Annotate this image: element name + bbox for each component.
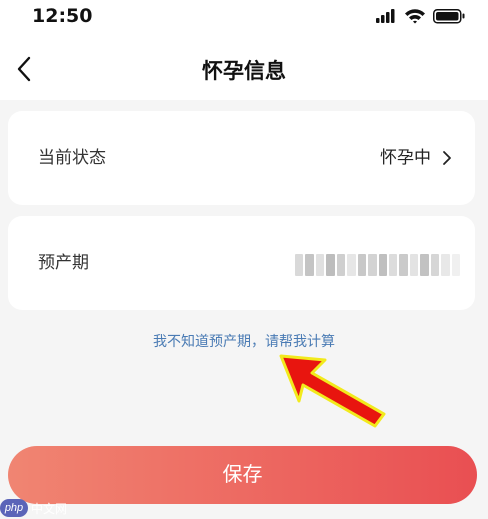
back-button[interactable] <box>12 54 42 84</box>
current-state-label: 当前状态 <box>38 148 106 168</box>
annotation-arrow-icon <box>279 354 386 428</box>
due-date-label: 预产期 <box>38 253 89 273</box>
status-bar: 12:50 <box>0 0 488 34</box>
watermark-text: 中文网 <box>31 501 68 516</box>
pregnancy-info-screen: 12:50 怀孕信息 当前状态 怀孕中 预产期 我不知道预产期，请帮我计算 保存… <box>0 0 488 519</box>
status-icons <box>376 6 468 26</box>
nav-bar: 怀孕信息 <box>0 34 488 100</box>
due-date-row[interactable]: 预产期 <box>8 216 475 310</box>
save-button[interactable]: 保存 <box>8 446 477 504</box>
blurred-due-date <box>295 254 460 276</box>
chevron-right-icon <box>443 151 451 165</box>
current-state-row[interactable]: 当前状态 怀孕中 <box>8 111 475 205</box>
watermark: php 中文网 <box>0 497 67 519</box>
wifi-icon <box>405 9 425 24</box>
current-state-value: 怀孕中 <box>380 148 431 168</box>
page-title: 怀孕信息 <box>202 59 286 83</box>
cellular-signal-icon <box>376 9 395 23</box>
battery-icon <box>433 9 465 24</box>
watermark-logo: php <box>0 499 28 517</box>
status-time: 12:50 <box>32 5 93 27</box>
chevron-left-icon <box>17 56 31 82</box>
calculate-due-date-link[interactable]: 我不知道预产期，请帮我计算 <box>0 331 488 351</box>
